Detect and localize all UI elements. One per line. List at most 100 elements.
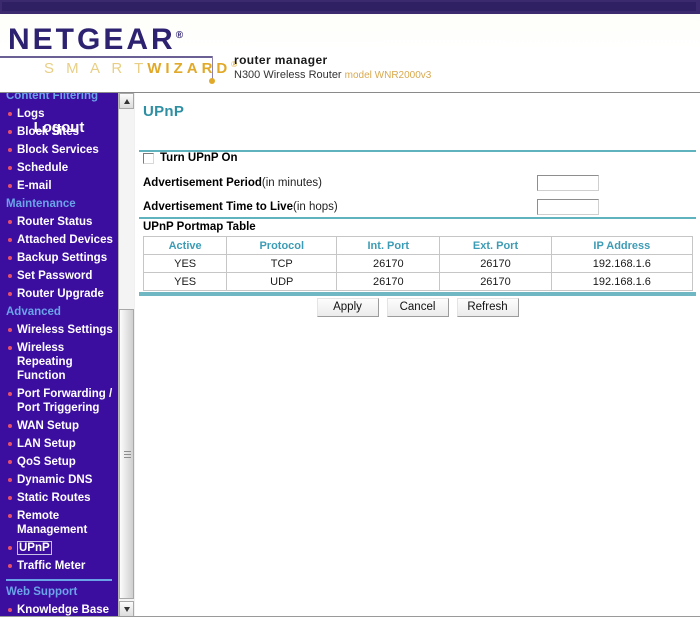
sidebar-section-web-support: Web Support: [6, 586, 78, 598]
sidebar-item-label: Block Services: [17, 144, 99, 156]
sidebar-item-router-upgrade[interactable]: Router Upgrade: [0, 285, 118, 303]
sidebar-divider: [6, 579, 112, 581]
header-bracket-line: [212, 56, 213, 80]
sidebar-item-knowledge-base[interactable]: Knowledge Base: [0, 601, 118, 617]
table-cell: 26170: [336, 254, 441, 273]
bullet-icon: [8, 328, 12, 332]
netgear-logo-text: NETGEAR: [8, 23, 176, 56]
sidebar-item-static-routes[interactable]: Static Routes: [0, 489, 118, 507]
smartwizard-smart-text: S M A R T: [44, 60, 148, 77]
sidebar-section-maintenance: Maintenance: [6, 198, 76, 210]
sidebar-item-wan-setup[interactable]: WAN Setup: [0, 417, 118, 435]
sidebar-item-wireless-settings[interactable]: Wireless Settings: [0, 321, 118, 339]
sidebar-item-label: Logs: [17, 108, 45, 120]
sidebar-item-label: LAN Setup: [17, 438, 76, 450]
sidebar-item-e-mail[interactable]: E-mail: [0, 177, 118, 195]
sidebar-item-label: Wireless Repeating Function: [17, 342, 73, 382]
sidebar-item-backup-settings[interactable]: Backup Settings: [0, 249, 118, 267]
sidebar-item-dynamic-dns[interactable]: Dynamic DNS: [0, 471, 118, 489]
scrollbar-down-button[interactable]: [119, 601, 134, 617]
netgear-logo: NETGEAR®: [8, 21, 183, 55]
chevron-down-icon: [124, 607, 130, 612]
chevron-up-icon: [124, 99, 130, 104]
refresh-button[interactable]: Refresh: [456, 298, 519, 317]
sidebar-item-label: Static Routes: [17, 492, 91, 504]
upnp-portmap-table: Active Protocol Int. Port Ext. Port IP Addre…: [142, 236, 694, 291]
table-cell: YES: [142, 272, 228, 291]
bullet-icon: [8, 148, 12, 152]
sidebar-item-upnp[interactable]: UPnP: [0, 539, 118, 557]
sidebar-section-content-filtering: Content Filtering: [6, 93, 98, 102]
bullet-icon: [8, 256, 12, 260]
bullet-icon: [8, 130, 12, 134]
advertisement-ttl-input[interactable]: [537, 199, 599, 215]
table-cell: 26170: [439, 254, 552, 273]
netgear-logo-registered: ®: [175, 30, 184, 41]
bullet-icon: [8, 496, 12, 500]
sidebar-navigation: Content Filtering Logs Block Sites Block Se…: [0, 93, 118, 617]
device-name: N300 Wireless Router: [234, 69, 342, 81]
table-column-header: Active: [142, 236, 228, 255]
sidebar-scrollbar[interactable]: [118, 93, 136, 617]
sidebar-item-wireless-repeating-function[interactable]: Wireless Repeating Function: [0, 339, 118, 385]
sidebar-item-label: Attached Devices: [17, 234, 113, 246]
bullet-icon: [8, 238, 12, 242]
table-cell: 26170: [336, 272, 441, 291]
sidebar-item-label: UPnP: [17, 541, 52, 555]
top-purple-bar-inner: [2, 2, 696, 11]
table-column-header: Ext. Port: [439, 236, 552, 255]
advertisement-period-label-unit: (in minutes): [261, 177, 322, 189]
sidebar-item-router-status[interactable]: Router Status: [0, 213, 118, 231]
table-cell: 26170: [439, 272, 552, 291]
router-manager-title: router manager: [234, 53, 328, 67]
scrollbar-track[interactable]: [119, 109, 134, 601]
sidebar-item-block-services[interactable]: Block Services: [0, 141, 118, 159]
sidebar-item-label: QoS Setup: [17, 456, 76, 468]
sidebar-item-block-sites[interactable]: Block Sites: [0, 123, 118, 141]
scrollbar-thumb[interactable]: [119, 309, 134, 599]
table-row: YES TCP 26170 26170 192.168.1.6: [142, 254, 694, 273]
sidebar-item-label: Schedule: [17, 162, 69, 174]
turn-upnp-on-checkbox[interactable]: [143, 153, 154, 164]
advertisement-ttl-label-unit: (in hops): [292, 201, 338, 213]
sidebar-item-attached-devices[interactable]: Attached Devices: [0, 231, 118, 249]
sidebar-item-port-forwarding-port-triggering[interactable]: Port Forwarding / Port Triggering: [0, 385, 118, 417]
bullet-icon: [8, 424, 12, 428]
sidebar-item-label: Traffic Meter: [17, 560, 86, 572]
bullet-icon: [8, 112, 12, 116]
sidebar-menu: Content Filtering Logs Block Sites Block Se…: [0, 93, 118, 617]
bullet-icon: [8, 460, 12, 464]
sidebar-item-remote-management[interactable]: Remote Management: [0, 507, 118, 539]
action-button-row: Apply Cancel Refresh: [135, 298, 700, 317]
bullet-icon: [8, 184, 12, 188]
table-row: YES UDP 26170 26170 192.168.1.6: [142, 272, 694, 291]
scrollbar-grip-icon: [124, 451, 131, 458]
sidebar-item-traffic-meter[interactable]: Traffic Meter: [0, 557, 118, 575]
sidebar-item-label: Set Password: [17, 270, 93, 282]
table-cell: YES: [142, 254, 228, 273]
bullet-icon: [8, 514, 12, 518]
apply-button[interactable]: Apply: [316, 298, 379, 317]
sidebar-item-schedule[interactable]: Schedule: [0, 159, 118, 177]
bullet-icon: [8, 564, 12, 568]
table-column-header: IP Address: [550, 236, 694, 255]
sidebar-item-lan-setup[interactable]: LAN Setup: [0, 435, 118, 453]
advertisement-period-label-main: Advertisement Period: [143, 177, 262, 189]
scrollbar-up-button[interactable]: [119, 93, 134, 109]
cancel-button[interactable]: Cancel: [386, 298, 449, 317]
table-header-row: Active Protocol Int. Port Ext. Port IP Addre…: [142, 236, 694, 255]
sidebar-item-label: Knowledge Base: [17, 604, 110, 616]
sidebar-item-logs[interactable]: Logs: [0, 105, 118, 123]
advertisement-ttl-label: Advertisement Time to Live(in hops): [143, 201, 338, 213]
router-admin-page: NETGEAR® S M A R TWIZARD ® router manager…: [0, 0, 700, 617]
header-bracket-dot-icon: [209, 78, 215, 84]
bullet-icon: [8, 346, 12, 350]
table-body: YES TCP 26170 26170 192.168.1.6 YES UDP 26170 26…: [142, 254, 694, 291]
bullet-icon: [8, 274, 12, 278]
top-purple-bar: [0, 0, 700, 15]
sidebar-item-label: Block Sites: [17, 126, 79, 138]
sidebar-item-qos-setup[interactable]: QoS Setup: [0, 453, 118, 471]
advertisement-period-input[interactable]: [537, 175, 599, 191]
page-title: UPnP: [143, 103, 185, 120]
sidebar-item-set-password[interactable]: Set Password: [0, 267, 118, 285]
